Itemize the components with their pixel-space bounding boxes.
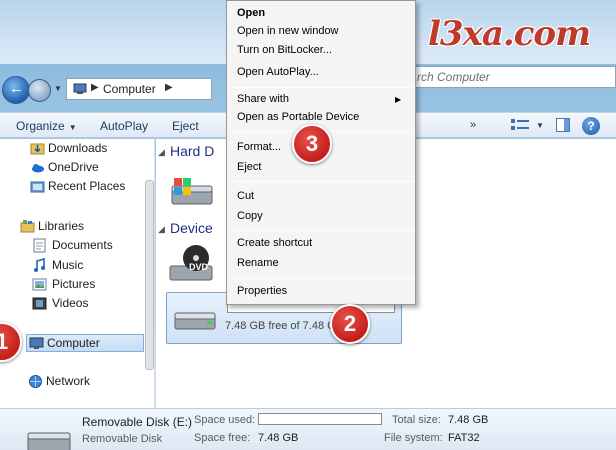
total-size-value: 7.48 GB	[448, 414, 489, 426]
nav-item-network[interactable]: Network	[0, 373, 145, 391]
pictures-icon	[32, 278, 47, 291]
collapse-arrow-icon[interactable]: ◢	[158, 147, 165, 158]
devices-removable-header[interactable]: Device	[170, 220, 213, 236]
menu-separator	[233, 181, 413, 182]
recent-pages-dropdown-icon[interactable]: ▼	[54, 84, 62, 93]
libraries-icon	[20, 220, 35, 233]
downloads-folder-icon	[30, 143, 45, 155]
menu-item-open-new-window[interactable]: Open in new window	[237, 25, 339, 37]
nav-item-music[interactable]: Music	[0, 257, 145, 275]
nav-item-documents[interactable]: Documents	[0, 237, 145, 255]
nav-label: Documents	[52, 238, 113, 252]
nav-label: OneDrive	[48, 160, 99, 174]
nav-label: Pictures	[52, 277, 96, 291]
space-used-label: Space used:	[194, 414, 256, 426]
breadcrumb-chevron-icon[interactable]: ▶	[91, 82, 99, 93]
menu-item-create-shortcut[interactable]: Create shortcut	[237, 237, 312, 249]
network-icon	[29, 375, 42, 388]
nav-item-pictures[interactable]: Pictures	[0, 276, 145, 294]
nav-label: Videos	[52, 296, 89, 310]
details-subtitle: Removable Disk	[82, 433, 163, 445]
nav-label: Downloads	[48, 141, 108, 155]
nav-pane-scrollbar[interactable]	[145, 180, 154, 370]
space-used-bar	[258, 413, 382, 425]
nav-label: Libraries	[38, 219, 85, 233]
details-title: Removable Disk (E:)	[82, 415, 193, 429]
space-free-value: 7.48 GB	[258, 432, 299, 444]
menu-item-eject[interactable]: Eject	[237, 161, 261, 173]
dvd-label: DVD	[189, 262, 209, 272]
menu-item-share-with[interactable]: Share with	[237, 93, 289, 105]
hard-disk-drives-header[interactable]: Hard D	[170, 143, 214, 159]
view-dropdown-icon[interactable]: ▼	[536, 121, 544, 130]
nav-label: Recent Places	[48, 179, 126, 193]
callout-badge-2: 2	[330, 304, 370, 344]
documents-icon	[33, 238, 46, 253]
submenu-arrow-icon: ▶	[395, 95, 402, 104]
onedrive-cloud-icon	[32, 164, 44, 173]
menu-item-bitlocker[interactable]: Turn on BitLocker...	[237, 44, 332, 56]
details-pane: Removable Disk (E:) Removable Disk Space…	[0, 408, 616, 450]
back-arrow-icon: ←	[9, 80, 24, 97]
callout-badge-3: 3	[292, 124, 332, 164]
file-system-value: FAT32	[448, 432, 480, 444]
nav-item-libraries[interactable]: Libraries	[0, 218, 145, 236]
nav-label: Music	[52, 258, 84, 272]
breadcrumb-computer[interactable]: Computer	[103, 82, 156, 96]
back-button[interactable]: ←	[2, 76, 30, 104]
menu-separator	[233, 230, 413, 231]
help-icon[interactable]: ?	[582, 117, 600, 135]
nav-item-videos[interactable]: Videos	[0, 295, 145, 313]
menu-separator	[233, 278, 413, 279]
file-system-label: File system:	[384, 432, 443, 444]
videos-icon	[32, 297, 47, 310]
space-free-label: Space free:	[194, 432, 251, 444]
menu-item-copy[interactable]: Copy	[237, 210, 263, 222]
total-size-label: Total size:	[392, 414, 441, 426]
nav-label: Computer	[47, 336, 100, 350]
forward-button[interactable]	[28, 79, 51, 102]
nav-item-recent-places[interactable]: Recent Places	[0, 178, 145, 196]
computer-icon	[29, 337, 44, 349]
search-input[interactable]: rch Computer	[414, 66, 616, 88]
chevron-down-icon: ▼	[68, 123, 77, 132]
computer-small-icon	[73, 83, 87, 94]
removable-disk-large-icon	[27, 432, 71, 450]
organize-button[interactable]: Organize ▼	[16, 119, 77, 133]
menu-item-rename[interactable]: Rename	[237, 257, 279, 269]
recent-places-icon	[30, 181, 45, 193]
collapse-arrow-icon[interactable]: ◢	[158, 224, 165, 235]
menu-item-cut[interactable]: Cut	[237, 190, 254, 202]
menu-item-open-autoplay[interactable]: Open AutoPlay...	[237, 66, 319, 78]
nav-item-computer[interactable]: Computer	[26, 334, 144, 352]
removable-disk-icon	[174, 312, 216, 330]
menu-item-open[interactable]: Open	[237, 7, 265, 19]
music-icon	[34, 258, 45, 272]
change-view-icon[interactable]	[510, 118, 532, 132]
organize-label: Organize	[16, 119, 65, 133]
search-placeholder: rch Computer	[417, 70, 490, 84]
menu-item-format[interactable]: Format...	[237, 141, 281, 153]
preview-pane-icon[interactable]	[556, 118, 570, 132]
site-watermark: l3xa.com	[428, 14, 591, 54]
address-bar[interactable]: ▶ Computer ▶	[66, 78, 212, 100]
nav-item-downloads[interactable]: Downloads	[0, 140, 145, 158]
more-commands-button[interactable]: »	[470, 119, 476, 131]
local-disk-drive-icon[interactable]	[168, 176, 214, 210]
removable-disk-free-space: 7.48 GB free of 7.48 GB	[225, 320, 344, 332]
nav-item-onedrive[interactable]: OneDrive	[0, 159, 145, 177]
autoplay-button[interactable]: AutoPlay	[100, 119, 148, 133]
menu-item-properties[interactable]: Properties	[237, 285, 287, 297]
menu-separator	[233, 87, 413, 88]
breadcrumb-chevron-icon[interactable]: ▶	[165, 82, 173, 93]
menu-item-open-portable-device[interactable]: Open as Portable Device	[237, 111, 359, 123]
eject-button[interactable]: Eject	[172, 119, 199, 133]
nav-label: Network	[46, 374, 91, 388]
